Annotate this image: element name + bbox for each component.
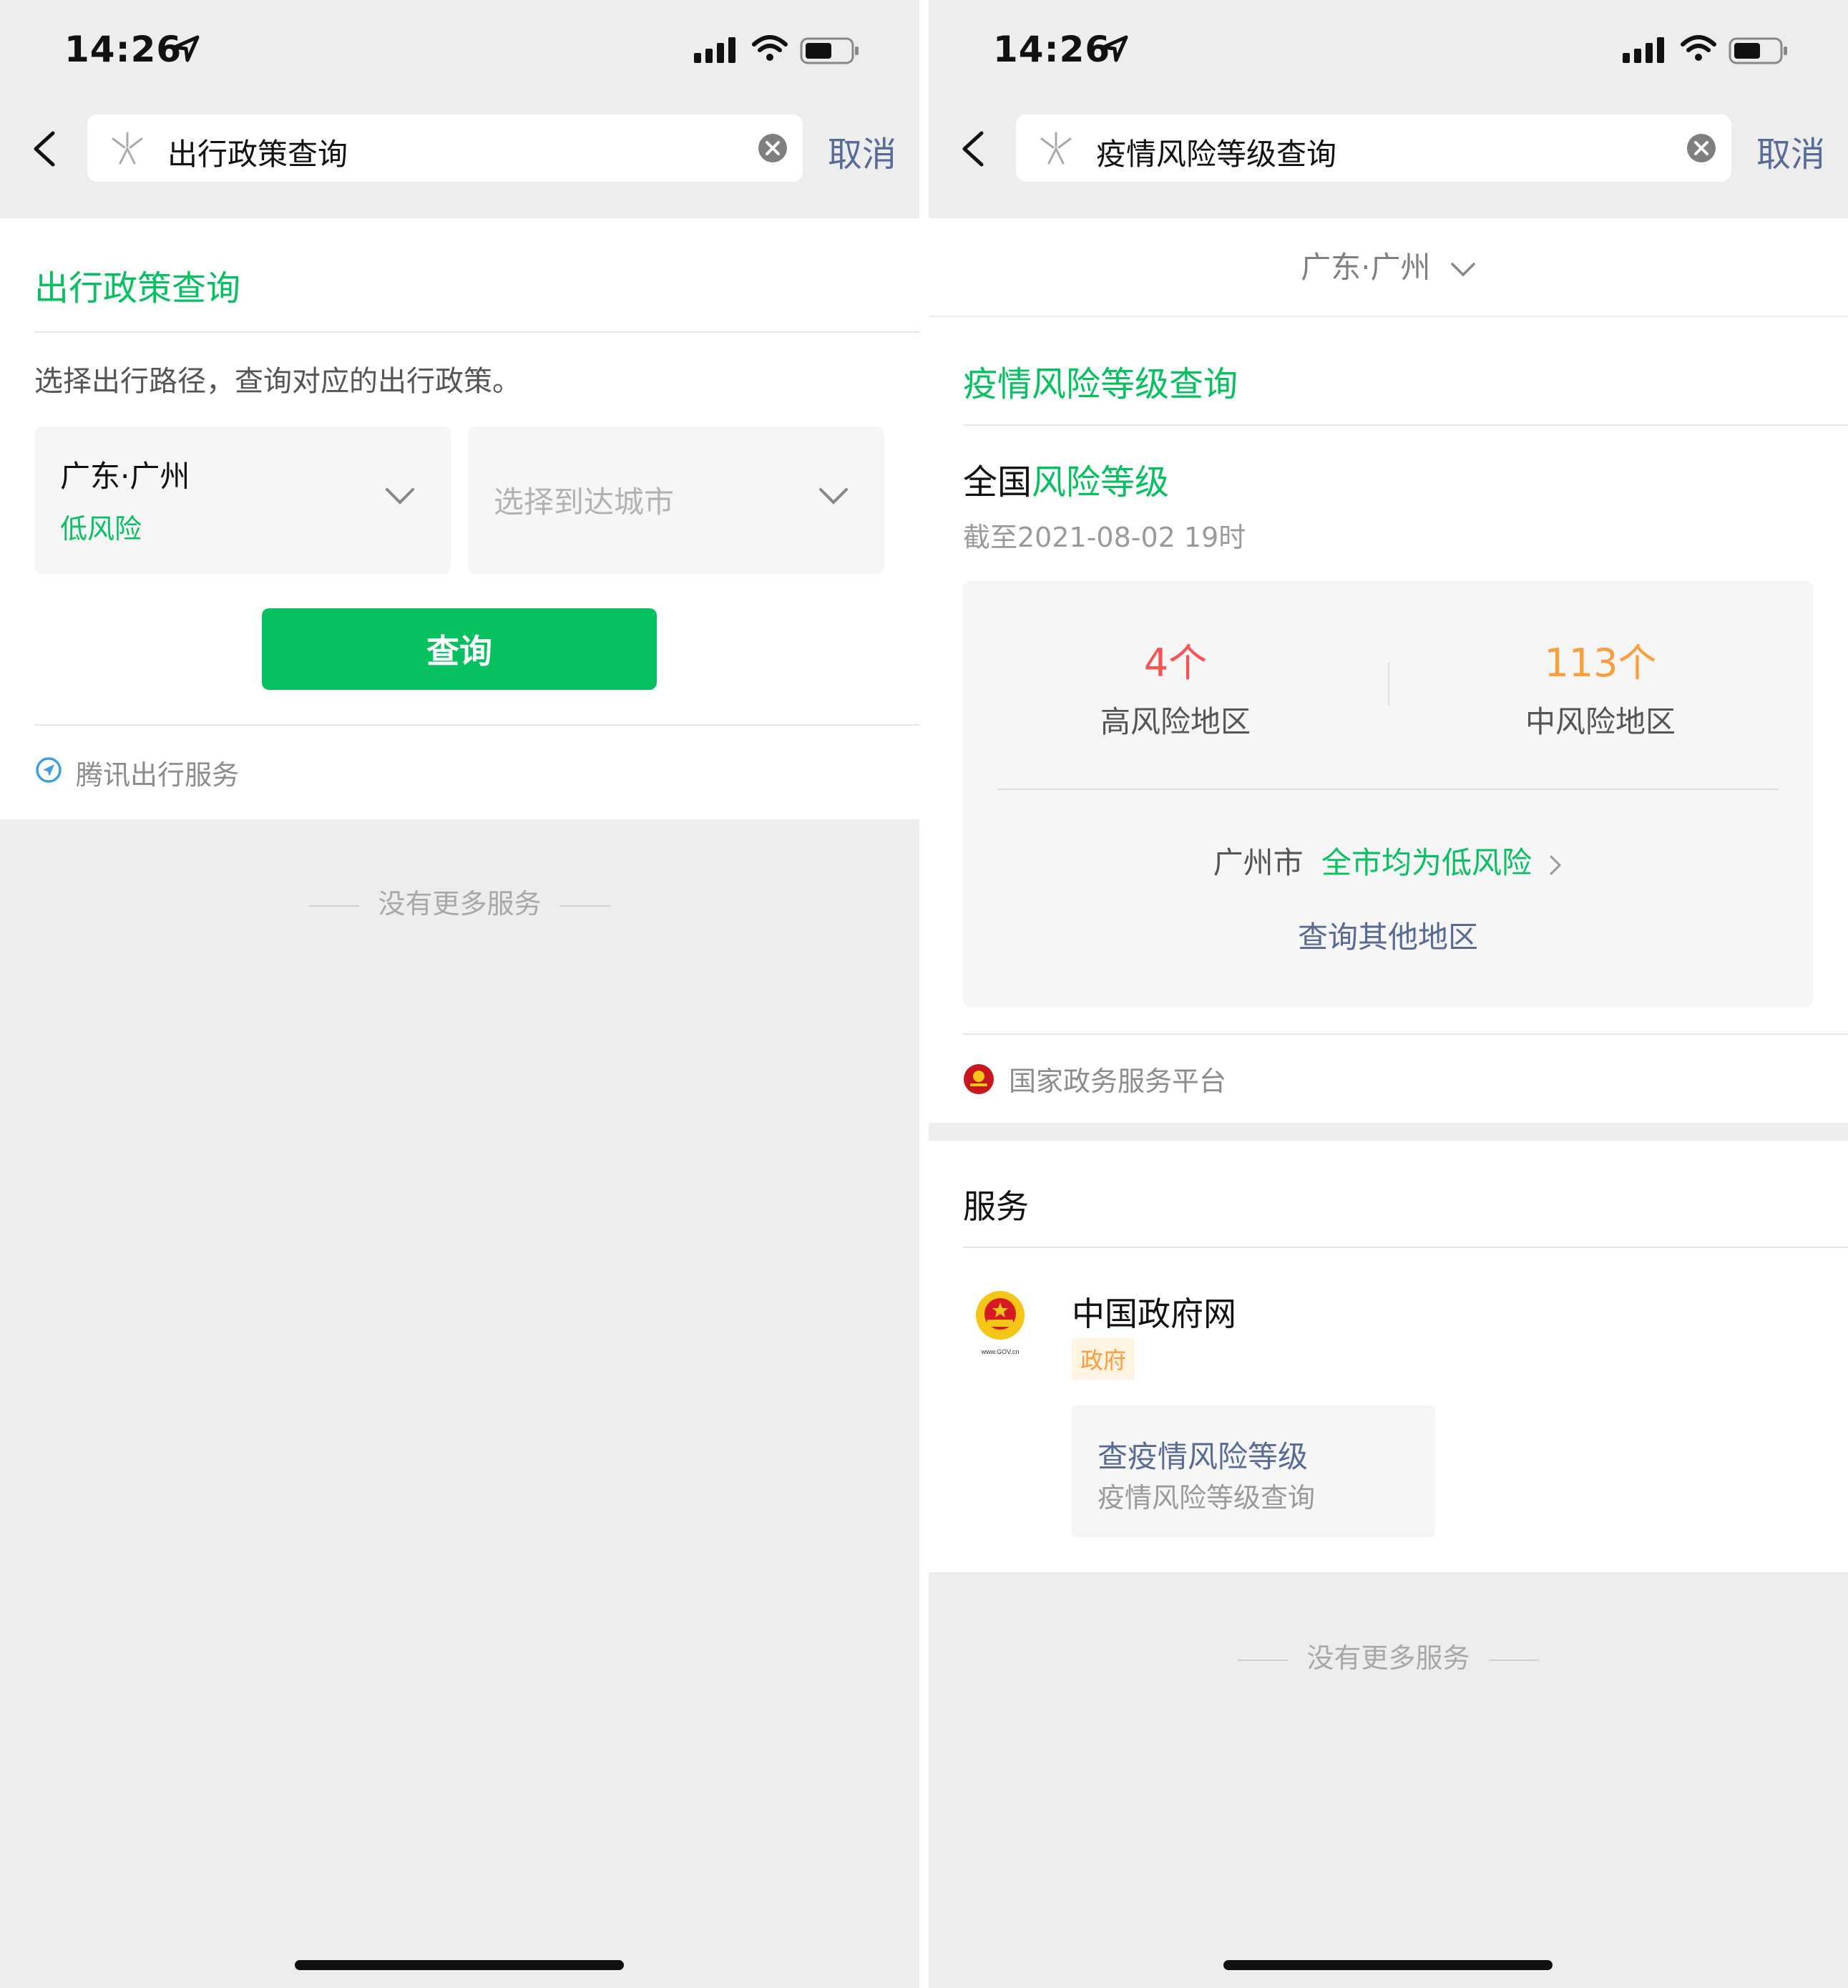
city-risk-status: 全市均为低风险 [1321, 845, 1532, 880]
divider [963, 1033, 1848, 1035]
home-indicator [295, 1960, 624, 1970]
arrival-city-select[interactable]: 选择到达城市 [468, 427, 884, 574]
departure-city: 广东·广州 [60, 459, 190, 494]
search-query-text: 出行政策查询 [167, 137, 348, 172]
divider-line [1488, 1659, 1539, 1661]
risk-stats-panel: 4个 高风险地区 113个 中风险地区 广州市 全市均为低风险 查询其他地区 [963, 581, 1813, 1008]
chevron-right-icon [1550, 855, 1562, 874]
battery-icon [1729, 37, 1787, 64]
departure-risk-level: 低风险 [60, 513, 142, 545]
source-name[interactable]: 国家政务服务平台 [1009, 1059, 1226, 1098]
gov-logo-text: www.GOV.cn [981, 1348, 1020, 1355]
national-risk-heading: 全国风险等级 [963, 454, 1169, 504]
no-more-services: 没有更多服务 [0, 882, 919, 921]
back-chevron-icon[interactable] [30, 129, 59, 169]
gov-service-platform-icon [964, 1064, 994, 1094]
mid-risk-count: 113个 [1544, 640, 1657, 686]
wechat-search-logo-icon [112, 132, 143, 165]
high-risk-stat[interactable]: 4个 高风险地区 [963, 631, 1388, 741]
search-input[interactable]: 疫情风险等级查询 [1016, 114, 1731, 182]
city-risk-link[interactable]: 广州市 全市均为低风险 [963, 839, 1813, 882]
divider [963, 424, 1848, 426]
app-name[interactable]: 中国政府网 [1072, 1288, 1236, 1335]
no-more-text: 没有更多服务 [378, 888, 542, 920]
national-suffix: 风险等级 [1032, 462, 1170, 502]
divider [997, 789, 1779, 790]
city-name: 广州市 [1213, 845, 1304, 880]
right-screen: 14:26 疫情风险等级查询 取消 广东·广州 疫情风险等级查询 全国风险等级 … [929, 0, 1848, 1988]
china-government-emblem-icon: www.GOV.cn [976, 1291, 1025, 1355]
location-selector[interactable]: 广东·广州 [929, 243, 1848, 287]
wifi-icon [1681, 35, 1716, 61]
high-risk-label: 高风险地区 [1100, 704, 1251, 739]
provider-name[interactable]: 腾讯出行服务 [76, 753, 239, 792]
battery-icon [800, 37, 859, 64]
divider [963, 1247, 1848, 1248]
service-subtitle: 疫情风险等级查询 [1097, 1482, 1316, 1514]
app-tag: 政府 [1072, 1338, 1135, 1380]
cancel-button[interactable]: 取消 [1756, 126, 1825, 176]
divider-line [309, 905, 360, 907]
status-time: 14:26 [64, 29, 182, 70]
service-entry[interactable]: 查疫情风险等级 疫情风险等级查询 [1072, 1405, 1435, 1537]
left-screen: 14:26 出行政策查询 取消 出行政策查询 选择出行路径，查询对应的出行政策。… [0, 0, 919, 1988]
location-text: 广东·广州 [1301, 250, 1431, 285]
cellular-signal-icon [1623, 37, 1664, 63]
search-row: 疫情风险等级查询 取消 [929, 114, 1848, 183]
wifi-icon [752, 35, 788, 61]
national-prefix: 全国 [963, 462, 1032, 502]
high-risk-count: 4个 [1143, 640, 1208, 686]
cancel-button[interactable]: 取消 [828, 126, 896, 176]
no-more-text: 没有更多服务 [1306, 1642, 1470, 1674]
back-chevron-icon[interactable] [959, 129, 987, 169]
query-other-regions-link[interactable]: 查询其他地区 [963, 913, 1813, 957]
services-section-title: 服务 [963, 1187, 1029, 1226]
no-more-services: 没有更多服务 [929, 1636, 1848, 1675]
home-indicator [1223, 1960, 1553, 1970]
status-bar: 14:26 [0, 0, 919, 107]
mid-risk-stat[interactable]: 113个 中风险地区 [1388, 631, 1813, 741]
divider-line [559, 905, 610, 907]
clear-icon[interactable] [1686, 132, 1717, 164]
query-button[interactable]: 查询 [262, 608, 657, 690]
divider [34, 331, 919, 333]
arrival-city-placeholder: 选择到达城市 [494, 484, 675, 520]
search-input[interactable]: 出行政策查询 [87, 114, 803, 182]
divider-line [1238, 1659, 1289, 1661]
status-bar: 14:26 [929, 0, 1848, 107]
status-time: 14:26 [993, 29, 1111, 70]
mid-risk-label: 中风险地区 [1525, 704, 1676, 739]
departure-city-select[interactable]: 广东·广州 低风险 [34, 427, 451, 574]
card-title: 出行政策查询 [34, 268, 241, 308]
card-title: 疫情风险等级查询 [963, 364, 1238, 404]
service-title: 查疫情风险等级 [1097, 1439, 1309, 1474]
chevron-down-icon [819, 488, 848, 505]
chevron-down-icon [1451, 262, 1475, 276]
as-of-time: 截至2021-08-02 19时 [963, 522, 1246, 553]
chevron-down-icon [386, 488, 414, 505]
location-arrow-icon [1101, 35, 1128, 62]
cellular-signal-icon [694, 37, 735, 63]
search-row: 出行政策查询 取消 [0, 114, 919, 183]
policy-description: 选择出行路径，查询对应的出行政策。 [34, 365, 521, 398]
wechat-search-logo-icon [1040, 132, 1072, 165]
divider [34, 724, 919, 726]
search-query-text: 疫情风险等级查询 [1096, 137, 1337, 172]
location-arrow-icon [172, 35, 200, 62]
tencent-travel-icon [36, 757, 62, 783]
clear-icon[interactable] [757, 132, 788, 164]
